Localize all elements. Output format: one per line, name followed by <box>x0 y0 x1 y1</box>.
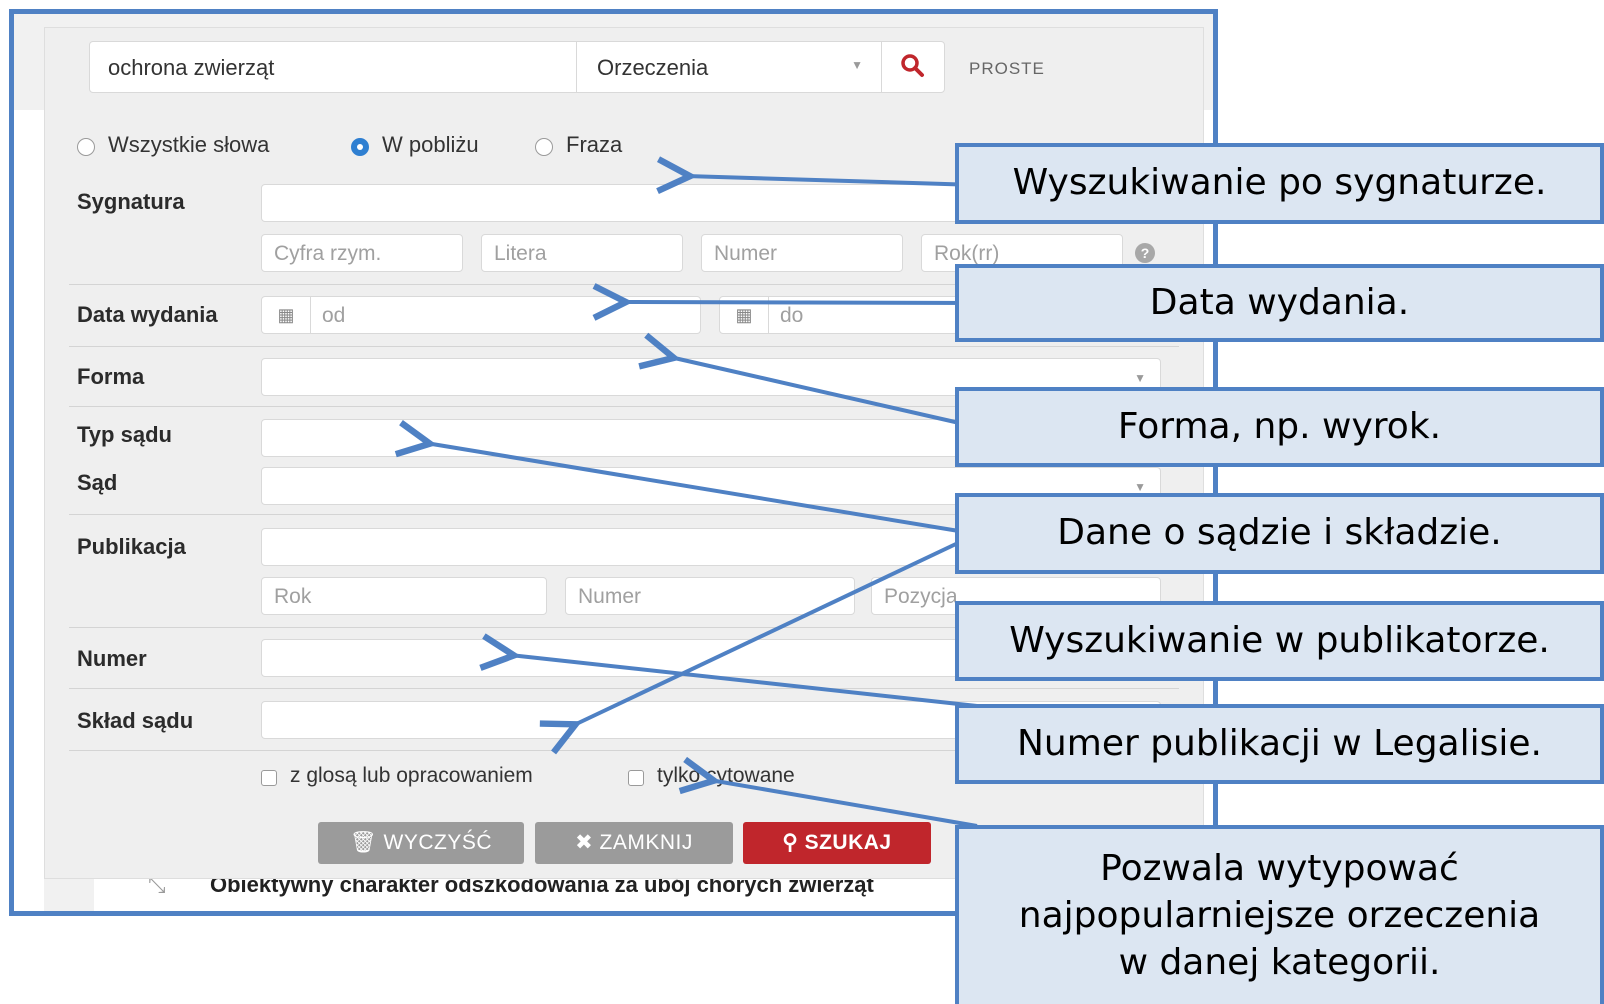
callout-popular-line3: w danej kategorii. <box>1118 941 1441 983</box>
arrow-court <box>426 443 978 536</box>
callout-form: Forma, np. wyrok. <box>955 387 1604 467</box>
arrow-form <box>670 357 978 429</box>
callout-publication: Wyszukiwanie w publikatorze. <box>955 601 1604 681</box>
callout-signature: Wyszukiwanie po sygnaturze. <box>955 143 1604 224</box>
callout-number: Numer publikacji w Legalisie. <box>955 704 1604 784</box>
arrow-popular <box>710 780 978 828</box>
callout-popular: Pozwala wytypować najpopularniejsze orze… <box>955 825 1604 1004</box>
arrow-number <box>510 655 978 708</box>
arrow-signature <box>686 176 978 185</box>
arrow-date <box>622 302 978 303</box>
arrow-bench <box>572 532 978 726</box>
callout-date: Data wydania. <box>955 264 1604 342</box>
callout-court: Dane o sądzie i składzie. <box>955 493 1604 574</box>
callout-popular-line1: Pozwala wytypować <box>1100 848 1459 890</box>
callout-popular-line2: najpopularniejsze orzeczenia <box>1018 895 1541 937</box>
